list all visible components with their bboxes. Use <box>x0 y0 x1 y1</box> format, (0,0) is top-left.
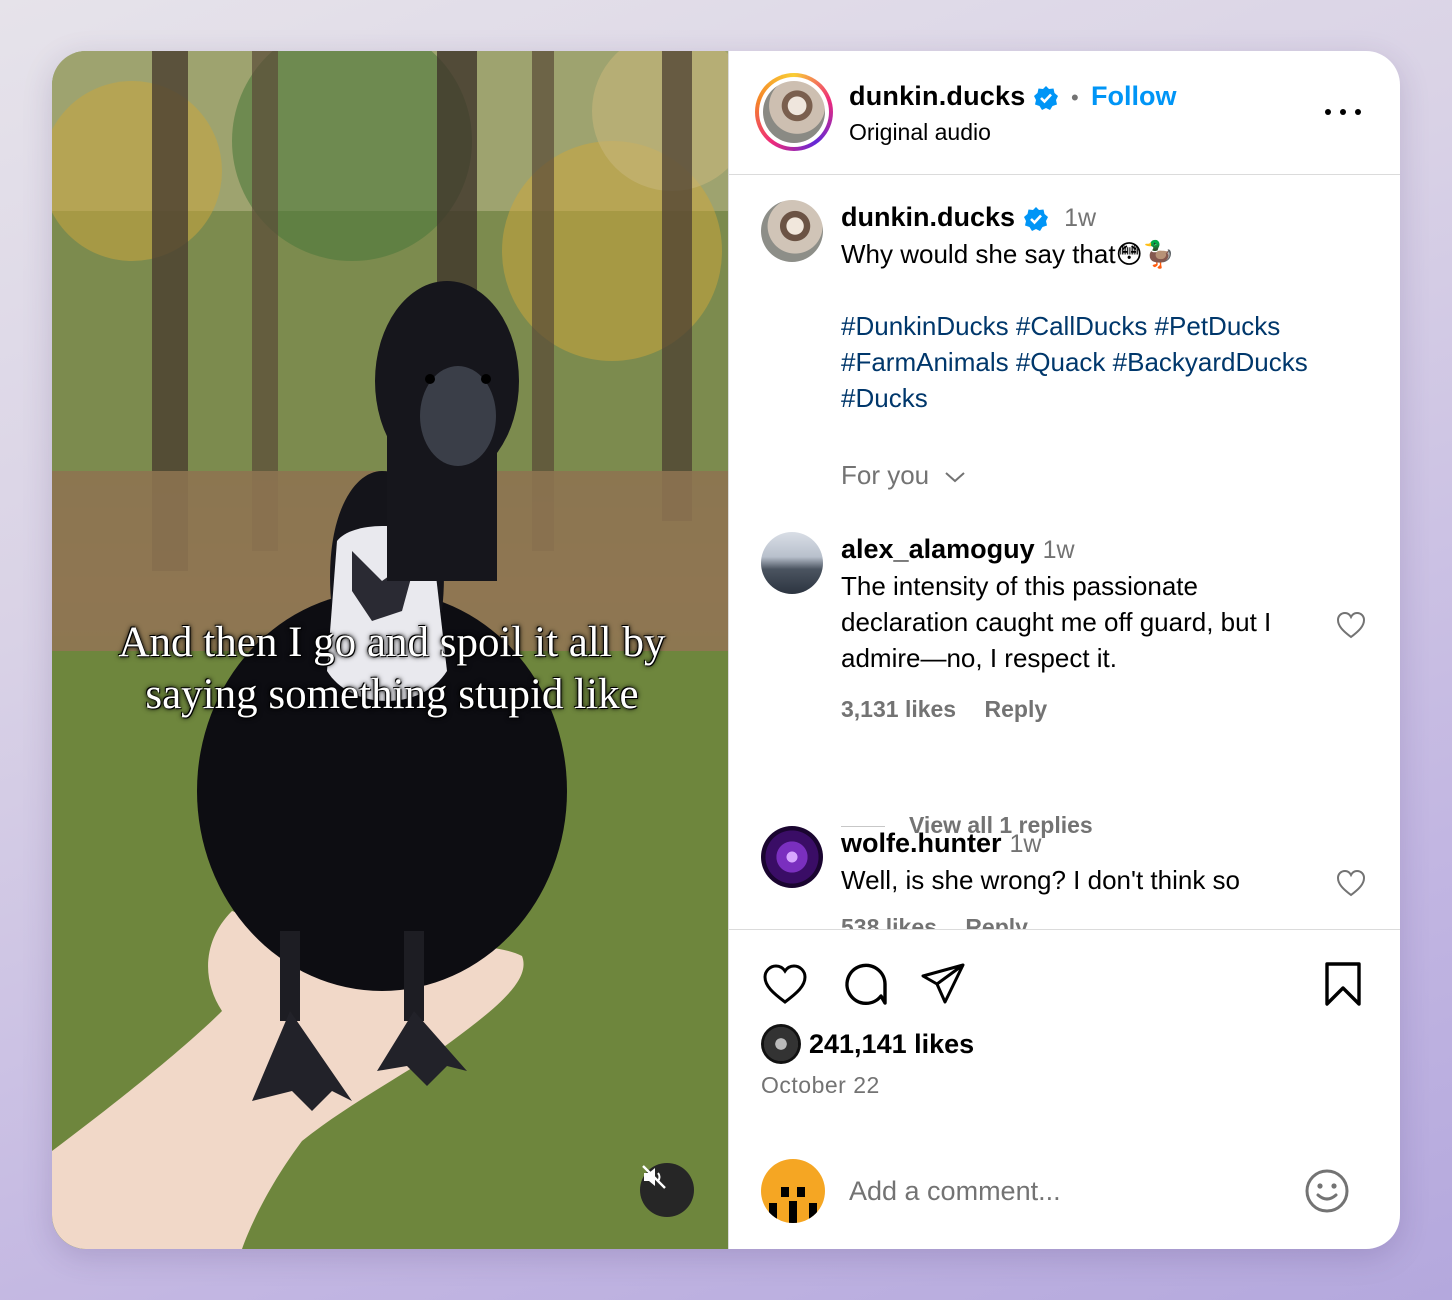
video-overlay-text: And then I go and spoil it all by saying… <box>118 619 666 718</box>
comment-text: Well, is she wrong? I don't think so <box>841 865 1241 895</box>
verified-badge-icon <box>1023 206 1048 231</box>
mute-toggle-button[interactable] <box>640 1163 694 1217</box>
chevron-down-icon <box>945 472 966 483</box>
comment-avatar[interactable] <box>761 826 823 888</box>
comment-reply-button[interactable]: Reply <box>985 696 1048 722</box>
comment-time: 1w <box>1042 536 1075 564</box>
story-avatar[interactable] <box>755 73 833 151</box>
more-options-icon[interactable] <box>1323 99 1363 123</box>
comment-likes-count[interactable]: 3,131 likes <box>841 696 956 722</box>
comment-sort-dropdown[interactable]: For you <box>841 460 966 491</box>
comment-bubble-icon[interactable] <box>841 960 889 1008</box>
speaker-muted-icon <box>642 1165 666 1189</box>
like-heart-icon[interactable] <box>761 960 809 1008</box>
caption-avatar[interactable] <box>761 200 823 262</box>
save-bookmark-icon[interactable] <box>1319 960 1367 1008</box>
share-paper-plane-icon[interactable] <box>919 960 967 1008</box>
caption-username[interactable]: dunkin.ducks <box>841 202 1015 232</box>
current-user-avatar[interactable] <box>761 1159 825 1223</box>
comment-username[interactable]: wolfe.hunter <box>841 828 1002 858</box>
post-video[interactable]: And then I go and spoil it all by saying… <box>52 51 728 1249</box>
comments-scroll-area[interactable]: dunkin.ducks 1w Why would she say that😳🦆… <box>729 176 1400 929</box>
likes-count[interactable]: 241,141 likes <box>809 1029 974 1060</box>
original-audio-link[interactable]: Original audio <box>849 119 991 146</box>
emoji-smiley-icon[interactable] <box>1303 1167 1351 1215</box>
caption-hashtags[interactable]: #DunkinDucks #CallDucks #PetDucks #FarmA… <box>841 308 1371 416</box>
add-comment-input[interactable] <box>849 1171 1269 1211</box>
header-username[interactable]: dunkin.ducks <box>849 81 1025 111</box>
profile-avatar-image <box>763 81 825 143</box>
post-card: And then I go and spoil it all by saying… <box>52 51 1400 1249</box>
comment-reply-button[interactable]: Reply <box>965 914 1028 929</box>
post-date[interactable]: October 22 <box>761 1072 880 1099</box>
post-actions: 241,141 likes October 22 <box>729 929 1400 1129</box>
comment-like-heart-icon[interactable] <box>1335 610 1367 640</box>
comment-avatar[interactable] <box>761 532 823 594</box>
sort-label: For you <box>841 460 930 490</box>
post-side-panel: dunkin.ducks • Follow Original audio dun… <box>729 51 1400 1249</box>
follow-button[interactable]: Follow <box>1091 81 1176 112</box>
header-separator: • <box>1071 85 1079 110</box>
comment-likes-count[interactable]: 538 likes <box>841 914 937 929</box>
caption-time: 1w <box>1064 204 1097 232</box>
caption-text: Why would she say that😳🦆 <box>841 239 1176 269</box>
verified-badge-icon <box>1034 85 1059 110</box>
comment-like-heart-icon[interactable] <box>1335 868 1367 898</box>
comment-username[interactable]: alex_alamoguy <box>841 534 1035 564</box>
add-comment-bar <box>729 1129 1400 1249</box>
liker-avatar[interactable] <box>761 1024 801 1064</box>
comment-time: 1w <box>1009 830 1042 858</box>
comment-text: The intensity of this passionate declara… <box>841 571 1272 673</box>
user-face-icon <box>769 1187 817 1223</box>
post-header: dunkin.ducks • Follow Original audio <box>729 51 1400 175</box>
